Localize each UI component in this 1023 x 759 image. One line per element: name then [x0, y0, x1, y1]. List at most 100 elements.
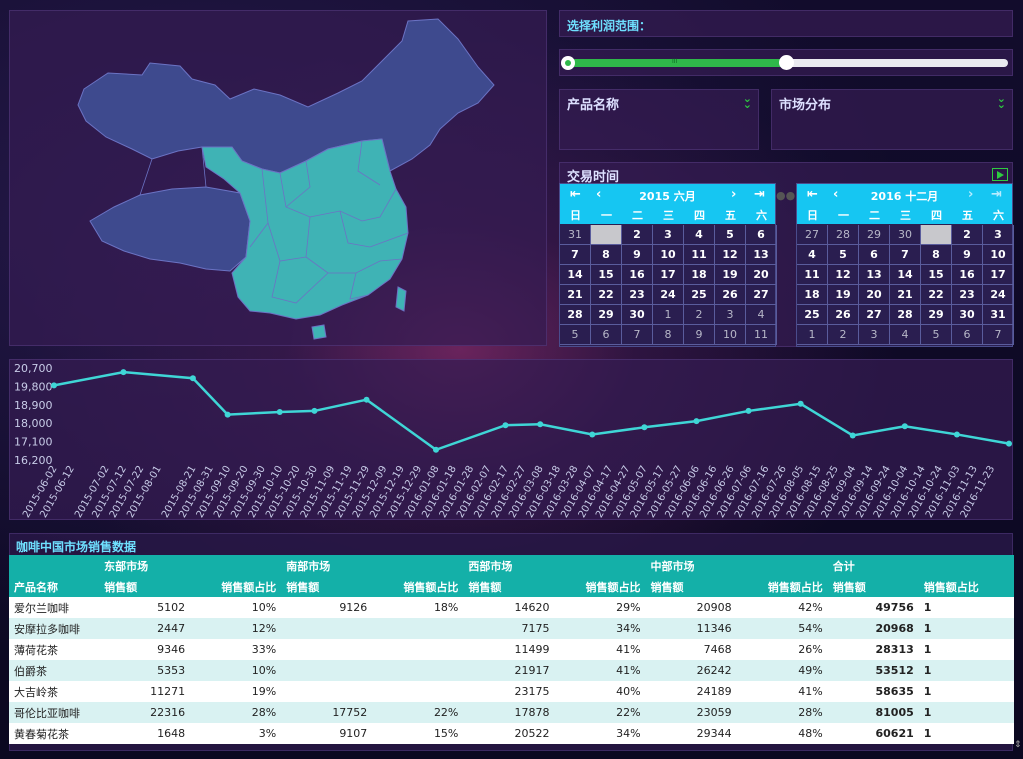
calendar-day[interactable]: 28	[890, 305, 921, 325]
data-point[interactable]	[189, 375, 196, 382]
market-slicer[interactable]: 市场分布 ⌄ ⌄	[771, 89, 1013, 150]
calendar-day[interactable]: 21	[560, 285, 591, 305]
group-total[interactable]: 合计	[827, 555, 919, 576]
calendar-day[interactable]: 16	[622, 265, 653, 285]
calendar-day[interactable]: 4	[746, 305, 777, 325]
calendar-day[interactable]: 6	[746, 225, 777, 245]
calendar-day[interactable]: 3	[983, 225, 1014, 245]
calendar-day[interactable]: 21	[890, 285, 921, 305]
calendar-day[interactable]: 13	[859, 265, 890, 285]
calendar-day[interactable]: 5	[921, 325, 952, 345]
col-sales[interactable]: 销售额	[463, 576, 555, 597]
map-hainan[interactable]	[311, 324, 327, 340]
table-row[interactable]: 大吉岭茶 11271 19% 23175 40% 24189 41% 58635 1	[9, 681, 1014, 702]
map-region-north[interactable]	[77, 18, 495, 174]
calendar-day[interactable]: 20	[859, 285, 890, 305]
calendar-day[interactable]: 11	[684, 245, 715, 265]
data-point[interactable]	[589, 431, 596, 438]
calendar-day[interactable]: 29	[921, 305, 952, 325]
last-page-icon[interactable]: ⇥	[754, 187, 765, 202]
calendar-day[interactable]: 2	[684, 305, 715, 325]
calendar-day[interactable]: 30	[622, 305, 653, 325]
calendar-day[interactable]: 23	[952, 285, 983, 305]
calendar-day[interactable]: 27	[746, 285, 777, 305]
calendar-day[interactable]: 9	[622, 245, 653, 265]
group-south[interactable]: 南部市场	[281, 555, 373, 576]
data-point[interactable]	[120, 369, 127, 376]
col-ratio[interactable]: 销售额占比	[190, 576, 282, 597]
table-row[interactable]: 黄春菊花茶 1648 3% 9107 15% 20522 34% 29344 48% 60621 1	[9, 723, 1014, 744]
calendar-day[interactable]: 14	[890, 265, 921, 285]
calendar-day[interactable]: 7	[890, 245, 921, 265]
calendar-day[interactable]: 16	[952, 265, 983, 285]
calendar-day[interactable]: 15	[921, 265, 952, 285]
data-point[interactable]	[433, 446, 439, 453]
calendar-day[interactable]: 22	[921, 285, 952, 305]
calendar-day[interactable]: 7	[560, 245, 591, 265]
data-point[interactable]	[537, 421, 544, 428]
calendar-day[interactable]: 8	[921, 245, 952, 265]
calendar-day[interactable]: 3	[859, 325, 890, 345]
data-point[interactable]	[224, 411, 231, 418]
calendar-day[interactable]: 9	[684, 325, 715, 345]
calendar-day[interactable]: 7	[983, 325, 1014, 345]
calendar-day[interactable]: 2	[828, 325, 859, 345]
calendar-day[interactable]: 10	[653, 245, 684, 265]
calendar-link-icon[interactable]: ●●	[776, 189, 796, 202]
calendar-day[interactable]: 2	[622, 225, 653, 245]
data-point[interactable]	[311, 407, 318, 414]
calendar-day[interactable]	[591, 225, 622, 245]
calendar-day[interactable]: 25	[684, 285, 715, 305]
scroll-indicator-icon[interactable]: ⇕	[1014, 740, 1022, 750]
data-point[interactable]	[363, 396, 370, 403]
col-ratio[interactable]: 销售额占比	[918, 576, 1014, 597]
calendar-day[interactable]: 7	[622, 325, 653, 345]
next-month-icon[interactable]: ›	[968, 187, 973, 202]
col-ratio[interactable]: 销售额占比	[372, 576, 464, 597]
data-point[interactable]	[502, 422, 509, 429]
calendar-day[interactable]: 30	[890, 225, 921, 245]
map-taiwan[interactable]	[395, 286, 407, 312]
calendar-day[interactable]: 24	[983, 285, 1014, 305]
data-point[interactable]	[745, 407, 752, 414]
calendar-day[interactable]: 4	[684, 225, 715, 245]
calendar-day[interactable]: 15	[591, 265, 622, 285]
calendar-day[interactable]: 10	[715, 325, 746, 345]
calendar-day[interactable]: 6	[859, 245, 890, 265]
calendar-day[interactable]: 17	[653, 265, 684, 285]
last-page-icon[interactable]: ⇥	[991, 187, 1002, 202]
data-point[interactable]	[1006, 440, 1012, 447]
calendar-day[interactable]: 10	[983, 245, 1014, 265]
chevron-down-icon[interactable]: ⌄ ⌄	[743, 93, 752, 110]
calendar-day[interactable]: 11	[746, 325, 777, 345]
calendar-day[interactable]: 8	[591, 245, 622, 265]
calendar-day[interactable]: 30	[952, 305, 983, 325]
table-row[interactable]: 哥伦比亚咖啡 22316 28% 17752 22% 17878 22% 23059 28% 81…	[9, 702, 1014, 723]
slider-handle-max[interactable]	[779, 55, 794, 70]
group-central[interactable]: 中部市场	[645, 555, 737, 576]
col-product[interactable]: 产品名称	[9, 576, 100, 597]
calendar-day[interactable]: 4	[797, 245, 828, 265]
data-point[interactable]	[849, 432, 856, 439]
chevron-down-icon[interactable]: ⌄ ⌄	[997, 93, 1006, 110]
calendar-day[interactable]: 3	[715, 305, 746, 325]
calendar-day[interactable]: 27	[797, 225, 828, 245]
col-sales[interactable]: 销售额	[827, 576, 919, 597]
calendar-day[interactable]: 3	[653, 225, 684, 245]
group-east[interactable]: 东部市场	[99, 555, 191, 576]
calendar-day[interactable]: 8	[653, 325, 684, 345]
calendar-day[interactable]: 5	[828, 245, 859, 265]
calendar-day[interactable]: 20	[746, 265, 777, 285]
calendar-day[interactable]: 18	[797, 285, 828, 305]
data-point[interactable]	[901, 423, 908, 430]
table-row[interactable]: 伯爵茶 5353 10% 21917 41% 26242 49% 53512 1	[9, 660, 1014, 681]
calendar-day[interactable]: 22	[591, 285, 622, 305]
group-west[interactable]: 西部市场	[463, 555, 555, 576]
map-region-west[interactable]	[89, 186, 251, 272]
china-map[interactable]	[10, 11, 546, 345]
calendar-day[interactable]: 6	[591, 325, 622, 345]
calendar-day[interactable]: 25	[797, 305, 828, 325]
product-slicer[interactable]: 产品名称 ⌄ ⌄	[559, 89, 759, 150]
calendar-day[interactable]: 11	[797, 265, 828, 285]
col-ratio[interactable]: 销售额占比	[736, 576, 828, 597]
